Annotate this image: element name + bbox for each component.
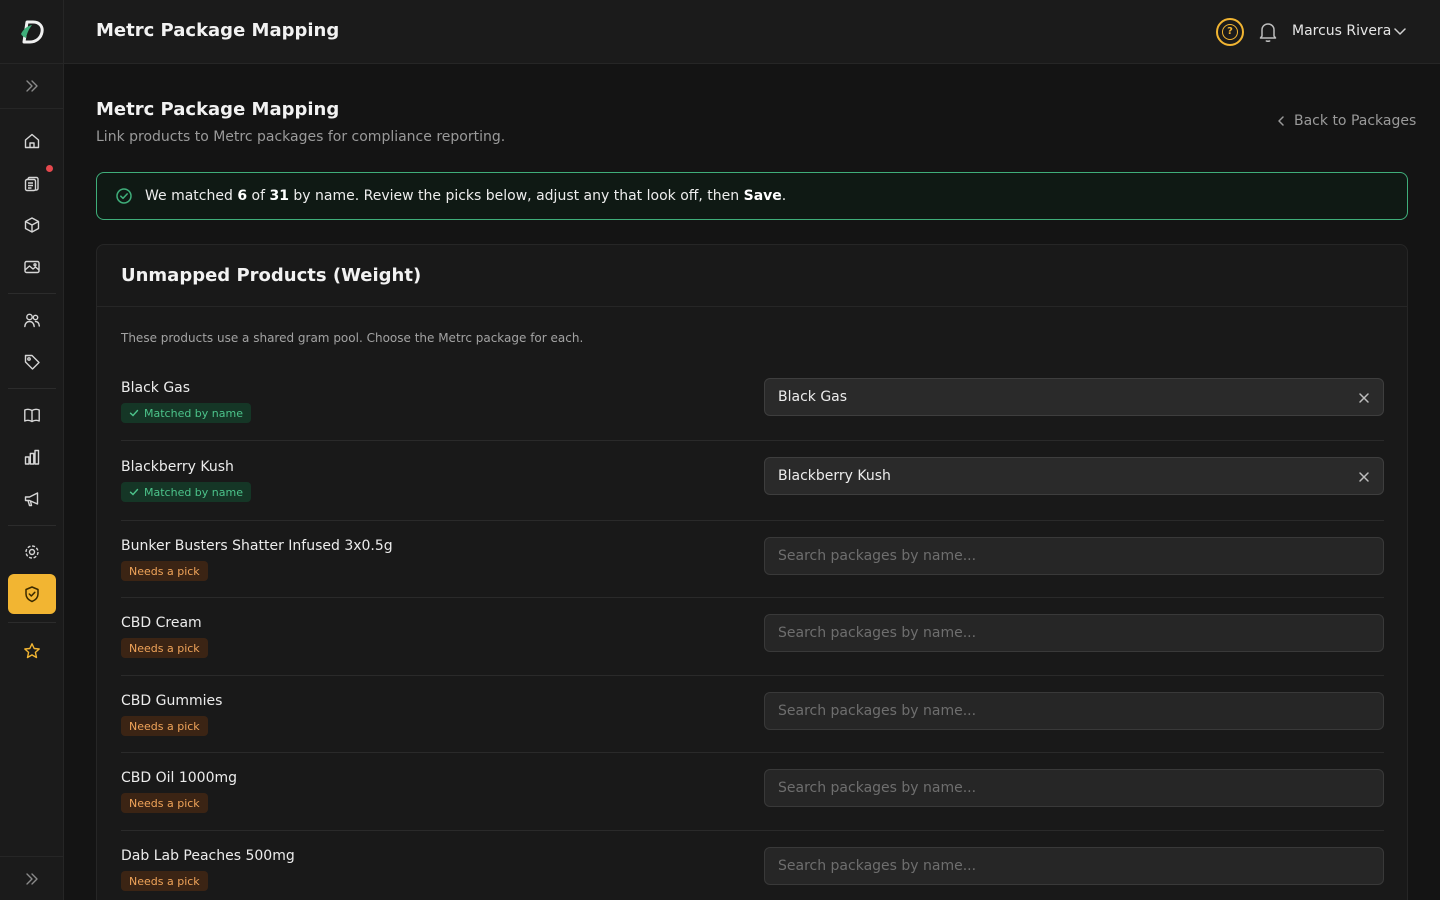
mapping-row: Bunker Busters Shatter Infused 3x0.5g Ne… — [121, 521, 1384, 598]
gear-icon — [25, 545, 39, 559]
page-subtitle: Link products to Metrc packages for comp… — [96, 129, 506, 145]
sidebar — [0, 0, 64, 900]
logo-icon — [21, 20, 44, 43]
sidebar-item-favorites[interactable] — [8, 631, 56, 671]
sidebar-item-customers[interactable] — [8, 300, 56, 340]
unmapped-products-card: Unmapped Products (Weight) These product… — [96, 244, 1408, 900]
clipboard-icon — [24, 176, 39, 192]
bell-icon[interactable] — [1258, 21, 1278, 43]
notification-dot — [46, 165, 53, 172]
check-icon — [129, 488, 139, 496]
product-name: CBD Cream — [121, 615, 202, 631]
clear-icon[interactable] — [1357, 470, 1371, 484]
mapping-row: CBD Gummies Needs a pick — [121, 676, 1384, 753]
package-select[interactable]: Blackberry Kush — [764, 457, 1384, 495]
tag-icon — [24, 354, 40, 370]
back-link-label: Back to Packages — [1294, 113, 1417, 129]
status-badge: Matched by name — [121, 482, 251, 502]
box-icon — [24, 217, 40, 233]
top-bar: Metrc Package Mapping ? Marcus Rivera — [64, 0, 1440, 64]
sidebar-item-catalog[interactable] — [8, 395, 56, 435]
page-title: Metrc Package Mapping — [96, 99, 340, 120]
package-search-input[interactable] — [778, 548, 1358, 564]
clear-icon[interactable] — [1357, 391, 1371, 405]
sidebar-item-reports[interactable] — [8, 437, 56, 477]
megaphone-icon — [24, 492, 39, 507]
sidebar-item-inventory[interactable] — [8, 205, 56, 245]
sidebar-collapse-button[interactable] — [0, 856, 64, 900]
package-search-input[interactable] — [778, 858, 1358, 874]
chevrons-right-icon — [26, 872, 38, 885]
sidebar-item-home[interactable] — [8, 121, 56, 161]
book-icon — [24, 408, 40, 423]
chevron-left-icon — [1278, 116, 1284, 126]
card-header: Unmapped Products (Weight) — [97, 245, 1407, 307]
package-search-input[interactable] — [778, 703, 1358, 719]
chevron-down-icon[interactable] — [1393, 26, 1407, 38]
sidebar-item-pricing[interactable] — [8, 342, 56, 382]
brand-logo[interactable] — [0, 0, 64, 64]
product-name: Blackberry Kush — [121, 459, 234, 475]
match-summary-banner: We matched 6 of 31 by name. Review the p… — [96, 172, 1408, 220]
check-icon — [129, 409, 139, 417]
user-menu[interactable]: Marcus Rivera — [1292, 23, 1391, 39]
total-count: 31 — [269, 188, 289, 204]
mapping-row: Black Gas Matched by name Black Gas — [121, 363, 1384, 441]
check-circle-icon — [116, 188, 132, 204]
sidebar-item-compliance[interactable] — [8, 574, 56, 614]
package-search-field[interactable] — [764, 692, 1384, 730]
help-icon: ? — [1222, 24, 1238, 40]
banner-message: We matched 6 of 31 by name. Review the p… — [145, 188, 787, 204]
mapping-row: CBD Cream Needs a pick — [121, 598, 1384, 676]
mapping-row: Dab Lab Peaches 500mg Needs a pick — [121, 831, 1384, 900]
package-search-input[interactable] — [778, 625, 1358, 641]
chevrons-right-icon — [26, 80, 38, 92]
status-badge: Needs a pick — [121, 638, 208, 658]
sidebar-divider — [8, 622, 56, 623]
status-badge: Needs a pick — [121, 716, 208, 736]
selected-package: Blackberry Kush — [778, 468, 891, 484]
mapping-row: CBD Oil 1000mg Needs a pick — [121, 753, 1384, 831]
package-search-field[interactable] — [764, 847, 1384, 885]
image-icon — [24, 260, 40, 274]
sidebar-divider — [8, 293, 56, 294]
help-button[interactable]: ? — [1216, 18, 1244, 46]
sidebar-expand-button[interactable] — [0, 64, 64, 109]
sidebar-item-settings[interactable] — [8, 532, 56, 572]
shield-check-icon — [25, 586, 39, 603]
sidebar-divider — [8, 388, 56, 389]
product-name: CBD Gummies — [121, 693, 223, 709]
product-name: Bunker Busters Shatter Infused 3x0.5g — [121, 538, 393, 554]
mapping-row: Blackberry Kush Matched by name Blackber… — [121, 441, 1384, 521]
card-description: These products use a shared gram pool. C… — [121, 331, 584, 345]
status-badge: Needs a pick — [121, 561, 208, 581]
matched-count: 6 — [237, 188, 248, 204]
package-select[interactable]: Black Gas — [764, 378, 1384, 416]
bar-chart-icon — [24, 449, 40, 465]
users-icon — [24, 313, 40, 328]
save-word: Save — [743, 188, 782, 204]
package-search-field[interactable] — [764, 769, 1384, 807]
status-badge: Needs a pick — [121, 871, 208, 891]
home-icon — [24, 133, 40, 149]
sidebar-divider — [8, 525, 56, 526]
package-search-field[interactable] — [764, 537, 1384, 575]
back-to-packages-link[interactable]: Back to Packages — [1276, 113, 1416, 129]
package-search-field[interactable] — [764, 614, 1384, 652]
status-badge: Matched by name — [121, 403, 251, 423]
product-name: Black Gas — [121, 380, 191, 396]
star-icon — [24, 643, 40, 659]
selected-package: Black Gas — [778, 389, 848, 405]
card-title: Unmapped Products (Weight) — [121, 265, 422, 286]
app-title: Metrc Package Mapping — [96, 20, 340, 41]
sidebar-item-marketing[interactable] — [8, 479, 56, 519]
product-name: Dab Lab Peaches 500mg — [121, 848, 295, 864]
status-badge: Needs a pick — [121, 793, 208, 813]
product-name: CBD Oil 1000mg — [121, 770, 238, 786]
package-search-input[interactable] — [778, 780, 1358, 796]
sidebar-item-media[interactable] — [8, 247, 56, 287]
